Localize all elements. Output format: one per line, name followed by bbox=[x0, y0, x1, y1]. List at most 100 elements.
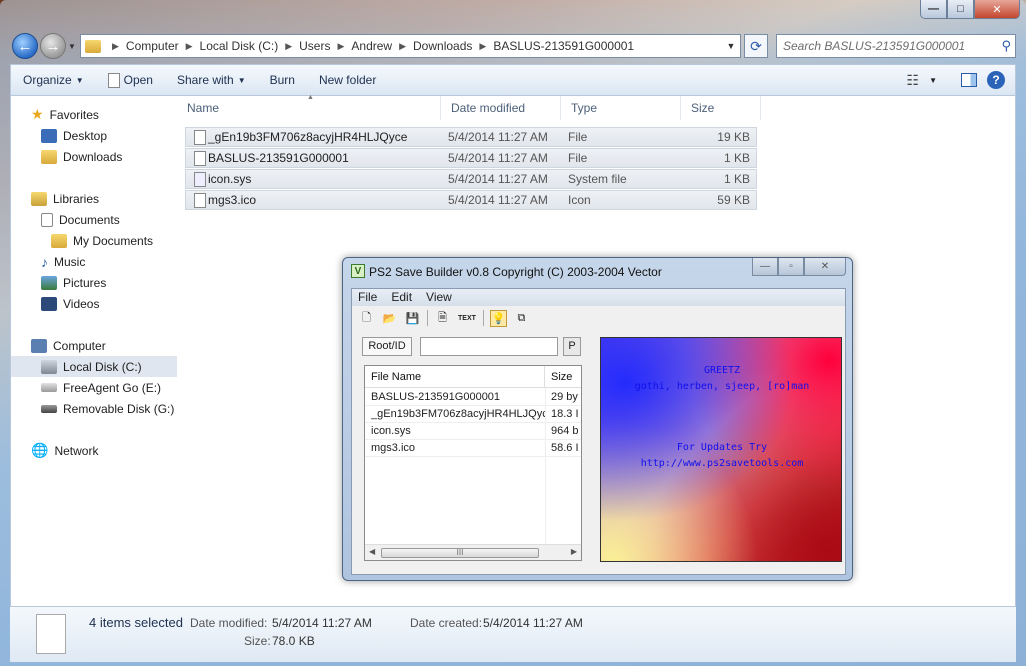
nav-local-disk[interactable]: Local Disk (C:) bbox=[11, 356, 177, 377]
chevron-right-icon[interactable]: ▶ bbox=[334, 41, 347, 52]
icon-preview-canvas[interactable]: GREETZ gothi, herben, sjeep, [ro]man For… bbox=[600, 337, 842, 562]
maximize-button[interactable]: □ bbox=[947, 0, 974, 19]
list-item-name: _gEn19b3FM706z8acyjHR4HLJQyce bbox=[371, 408, 545, 420]
nav-freeagent[interactable]: FreeAgent Go (E:) bbox=[11, 377, 177, 398]
view-dropdown-icon[interactable]: ▼ bbox=[929, 76, 937, 85]
nav-desktop[interactable]: Desktop bbox=[11, 125, 177, 146]
scrollbar-thumb[interactable]: III bbox=[381, 548, 539, 558]
chevron-right-icon[interactable]: ▶ bbox=[282, 41, 295, 52]
nav-music[interactable]: ♪ Music bbox=[11, 251, 177, 272]
file-name: mgs3.ico bbox=[208, 193, 257, 207]
refresh-button[interactable]: ⟳ bbox=[744, 34, 768, 58]
nav-pictures[interactable]: Pictures bbox=[11, 272, 177, 293]
search-placeholder: Search BASLUS-213591G000001 bbox=[783, 39, 966, 53]
nav-label: My Documents bbox=[73, 233, 154, 248]
horizontal-scrollbar[interactable]: ◀ III ▶ bbox=[365, 544, 581, 560]
column-name[interactable]: Name bbox=[177, 96, 441, 120]
forward-button[interactable]: → bbox=[40, 33, 66, 59]
new-file-icon[interactable]: 🗋 bbox=[358, 310, 375, 327]
root-id-tab[interactable]: Root/ID bbox=[362, 337, 412, 356]
breadcrumb-local-disk[interactable]: Local Disk (C:) bbox=[196, 39, 283, 53]
save-icon[interactable]: 💾 bbox=[404, 310, 421, 327]
share-with-button[interactable]: Share with ▼ bbox=[165, 73, 258, 87]
close-button[interactable]: ✕ bbox=[804, 258, 846, 276]
breadcrumb-users[interactable]: Users bbox=[295, 39, 334, 53]
list-header-filename[interactable]: File Name bbox=[365, 366, 545, 388]
nav-my-documents[interactable]: My Documents bbox=[11, 230, 177, 251]
preview-pane-icon[interactable] bbox=[961, 73, 977, 87]
videos-icon bbox=[41, 296, 57, 311]
ps2-save-builder-window: V PS2 Save Builder v0.8 Copyright (C) 20… bbox=[342, 257, 853, 581]
view-options-icon[interactable]: ☷ bbox=[907, 72, 920, 89]
list-item[interactable]: icon.sys 964 b bbox=[365, 423, 581, 440]
p-button[interactable]: P bbox=[563, 337, 581, 356]
close-button[interactable]: ✕ bbox=[974, 0, 1020, 19]
minimize-button[interactable]: — bbox=[920, 0, 947, 19]
chevron-right-icon[interactable]: ▶ bbox=[476, 41, 489, 52]
new-folder-button[interactable]: New folder bbox=[307, 73, 388, 87]
list-item[interactable]: _gEn19b3FM706z8acyjHR4HLJQyce 18.3 I bbox=[365, 406, 581, 423]
list-item[interactable]: mgs3.ico 58.6 I bbox=[365, 440, 581, 457]
nav-favorites[interactable]: ★ Favorites bbox=[11, 104, 177, 125]
breadcrumb-andrew[interactable]: Andrew bbox=[347, 39, 396, 53]
breadcrumb-computer[interactable]: Computer bbox=[122, 39, 183, 53]
nav-label: Local Disk (C:) bbox=[63, 359, 142, 374]
page-icon[interactable]: 🗎 bbox=[434, 310, 451, 327]
chevron-right-icon[interactable]: ▶ bbox=[183, 41, 196, 52]
column-size[interactable]: Size bbox=[681, 96, 761, 120]
burn-button[interactable]: Burn bbox=[258, 73, 307, 87]
maximize-button[interactable]: ▫ bbox=[778, 258, 804, 276]
menu-view[interactable]: View bbox=[426, 289, 452, 306]
nav-removable[interactable]: Removable Disk (G:) bbox=[11, 398, 177, 419]
scroll-left-icon[interactable]: ◀ bbox=[369, 547, 375, 556]
file-row[interactable]: BASLUS-213591G000001 5/4/2014 11:27 AM F… bbox=[185, 148, 757, 168]
scroll-right-icon[interactable]: ▶ bbox=[571, 547, 577, 556]
address-bar[interactable]: ▶ Computer ▶ Local Disk (C:) ▶ Users ▶ A… bbox=[80, 34, 741, 58]
updates-text: For Updates Try bbox=[676, 442, 768, 453]
minimize-button[interactable]: — bbox=[752, 258, 778, 276]
share-with-label: Share with bbox=[176, 73, 234, 87]
file-row[interactable]: icon.sys 5/4/2014 11:27 AM System file 1… bbox=[185, 169, 757, 189]
root-id-input[interactable] bbox=[420, 337, 558, 356]
greetz-text: GREETZ bbox=[703, 365, 741, 376]
nav-videos[interactable]: Videos bbox=[11, 293, 177, 314]
chevron-right-icon[interactable]: ▶ bbox=[109, 41, 122, 52]
file-icon bbox=[194, 151, 206, 166]
nav-documents[interactable]: Documents bbox=[11, 209, 177, 230]
menu-file[interactable]: File bbox=[358, 289, 377, 306]
file-date: 5/4/2014 11:27 AM bbox=[448, 130, 548, 144]
recent-pages-dropdown-icon[interactable]: ▼ bbox=[68, 42, 76, 51]
command-toolbar: Organize ▼ Open Share with ▼ Burn New fold… bbox=[10, 64, 1016, 96]
search-input[interactable]: Search BASLUS-213591G000001 ⚲ bbox=[776, 34, 1016, 58]
nav-libraries[interactable]: Libraries bbox=[11, 188, 177, 209]
window-title: PS2 Save Builder v0.8 Copyright (C) 2003… bbox=[369, 265, 662, 279]
nav-computer[interactable]: Computer bbox=[11, 335, 177, 356]
nav-network[interactable]: 🌐 Network bbox=[11, 440, 177, 461]
list-header-size[interactable]: Size bbox=[545, 366, 581, 388]
breadcrumb-downloads[interactable]: Downloads bbox=[409, 39, 476, 53]
address-dropdown-icon[interactable]: ▼ bbox=[722, 41, 740, 51]
burn-label: Burn bbox=[269, 73, 295, 87]
breadcrumb-current-folder[interactable]: BASLUS-213591G000001 bbox=[489, 39, 638, 53]
list-item[interactable]: BASLUS-213591G000001 29 by bbox=[365, 389, 581, 406]
search-icon[interactable]: ⚲ bbox=[1001, 38, 1011, 54]
file-row[interactable]: mgs3.ico 5/4/2014 11:27 AM Icon 59 KB bbox=[185, 190, 757, 210]
list-item-size: 29 by bbox=[551, 391, 578, 403]
file-row[interactable]: _gEn19b3FM706z8acyjHR4HLJQyce 5/4/2014 1… bbox=[185, 127, 757, 147]
copy-icon[interactable]: ⧉ bbox=[513, 310, 530, 327]
toolbar-separator bbox=[482, 310, 484, 326]
nav-downloads[interactable]: Downloads bbox=[11, 146, 177, 167]
open-button[interactable]: Open bbox=[96, 72, 165, 88]
chevron-right-icon[interactable]: ▶ bbox=[396, 41, 409, 52]
help-icon[interactable]: ? bbox=[987, 71, 1005, 89]
window-caption-buttons: — ▫ ✕ bbox=[752, 258, 846, 276]
back-button[interactable]: ← bbox=[12, 33, 38, 59]
organize-button[interactable]: Organize ▼ bbox=[11, 73, 96, 87]
column-type[interactable]: Type bbox=[561, 96, 681, 120]
column-date-modified[interactable]: Date modified bbox=[441, 96, 561, 120]
open-folder-icon[interactable]: 📂 bbox=[381, 310, 398, 327]
text-tool-button[interactable]: TEXT bbox=[457, 310, 477, 327]
menu-edit[interactable]: Edit bbox=[391, 289, 412, 306]
document-icon bbox=[107, 72, 120, 88]
lightbulb-icon[interactable]: 💡 bbox=[489, 309, 507, 327]
